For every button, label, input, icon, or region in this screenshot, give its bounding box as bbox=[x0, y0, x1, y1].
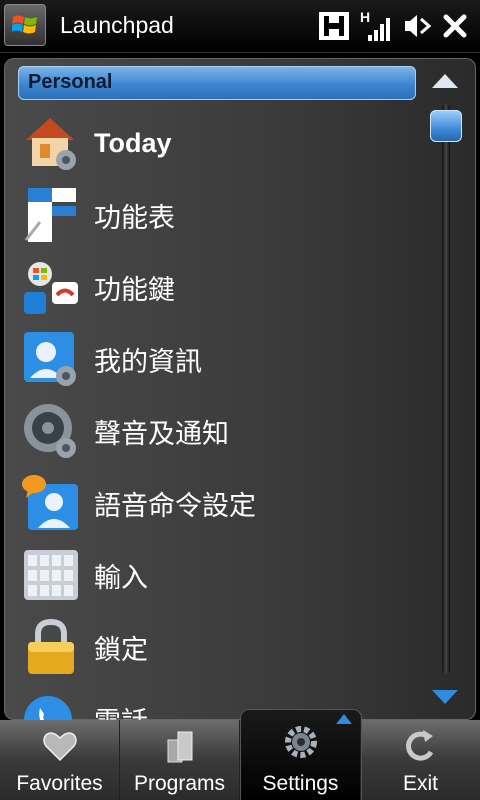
svg-text:H: H bbox=[360, 9, 370, 25]
list-item-sounds[interactable]: 聲音及通知 bbox=[18, 398, 418, 464]
start-button[interactable] bbox=[4, 4, 46, 46]
gear-icon bbox=[285, 726, 317, 758]
voice-command-icon bbox=[22, 474, 80, 532]
scroll-up-arrow-icon[interactable] bbox=[432, 74, 458, 88]
softkeys-icon bbox=[22, 258, 80, 316]
owner-info-icon bbox=[22, 330, 80, 388]
scroll-down-arrow-icon[interactable] bbox=[432, 690, 458, 704]
list-item-input[interactable]: 輸入 bbox=[18, 542, 418, 608]
list-item-label: 輸入 bbox=[94, 562, 148, 594]
title-bar: Launchpad H bbox=[0, 0, 480, 53]
exit-arrow-icon bbox=[406, 730, 434, 761]
section-header-personal[interactable]: Personal bbox=[18, 66, 416, 100]
speaker-muted-icon[interactable] bbox=[402, 8, 432, 44]
list-item-today[interactable]: Today bbox=[18, 110, 418, 176]
list-item-label: 功能鍵 bbox=[94, 274, 175, 306]
menu-settings-icon bbox=[22, 186, 80, 244]
tab-favorites[interactable]: Favorites bbox=[0, 720, 120, 800]
bottom-tab-bar: Favorites Programs Settings Exit bbox=[0, 710, 480, 800]
app-title: Launchpad bbox=[60, 12, 174, 38]
tab-menu-caret-icon[interactable] bbox=[336, 714, 352, 724]
list-item-label: 鎖定 bbox=[94, 634, 148, 666]
tab-exit[interactable]: Exit bbox=[361, 720, 480, 800]
tab-label: Settings bbox=[262, 772, 339, 795]
list-item-label: 電話 bbox=[94, 700, 148, 721]
list-item-label: 語音命令設定 bbox=[94, 490, 256, 522]
input-keyboard-icon bbox=[22, 546, 80, 604]
list-item-label: 我的資訊 bbox=[94, 346, 202, 378]
list-item-voice-command[interactable]: 語音命令設定 bbox=[18, 470, 418, 536]
tab-label: Programs bbox=[133, 772, 226, 795]
section-header-label: Personal bbox=[28, 71, 113, 93]
status-area: H bbox=[318, 8, 468, 44]
settings-panel: Personal Today 功能表 功能鍵 我的資訊 聲音及通知 語音命令設定… bbox=[4, 58, 476, 720]
tab-label: Favorites bbox=[16, 772, 103, 795]
list-item-label: 功能表 bbox=[94, 202, 175, 234]
signal-strength-icon: H bbox=[360, 8, 392, 44]
tab-settings[interactable]: Settings bbox=[241, 710, 361, 800]
settings-list: Personal Today 功能表 功能鍵 我的資訊 聲音及通知 語音命令設定… bbox=[4, 58, 424, 720]
scrollbar-track[interactable] bbox=[442, 104, 450, 674]
tab-programs[interactable]: Programs bbox=[120, 720, 240, 800]
list-item-lock[interactable]: 鎖定 bbox=[18, 614, 418, 680]
heart-icon bbox=[43, 732, 77, 762]
lock-icon bbox=[22, 618, 80, 676]
list-item-label: 聲音及通知 bbox=[94, 418, 229, 450]
scrollbar-thumb[interactable] bbox=[430, 110, 462, 142]
today-house-gear-icon bbox=[22, 114, 80, 172]
close-icon[interactable] bbox=[442, 8, 468, 44]
programs-icon bbox=[167, 731, 193, 763]
phone-icon bbox=[22, 690, 80, 720]
windows-flag-icon bbox=[12, 15, 37, 34]
list-item-softkeys[interactable]: 功能鍵 bbox=[18, 254, 418, 320]
list-item-label: Today bbox=[94, 127, 172, 158]
list-item-menus[interactable]: 功能表 bbox=[18, 182, 418, 248]
sounds-notifications-icon bbox=[22, 402, 80, 460]
tab-label: Exit bbox=[402, 772, 438, 795]
h-data-icon bbox=[318, 8, 350, 44]
list-item-owner-info[interactable]: 我的資訊 bbox=[18, 326, 418, 392]
